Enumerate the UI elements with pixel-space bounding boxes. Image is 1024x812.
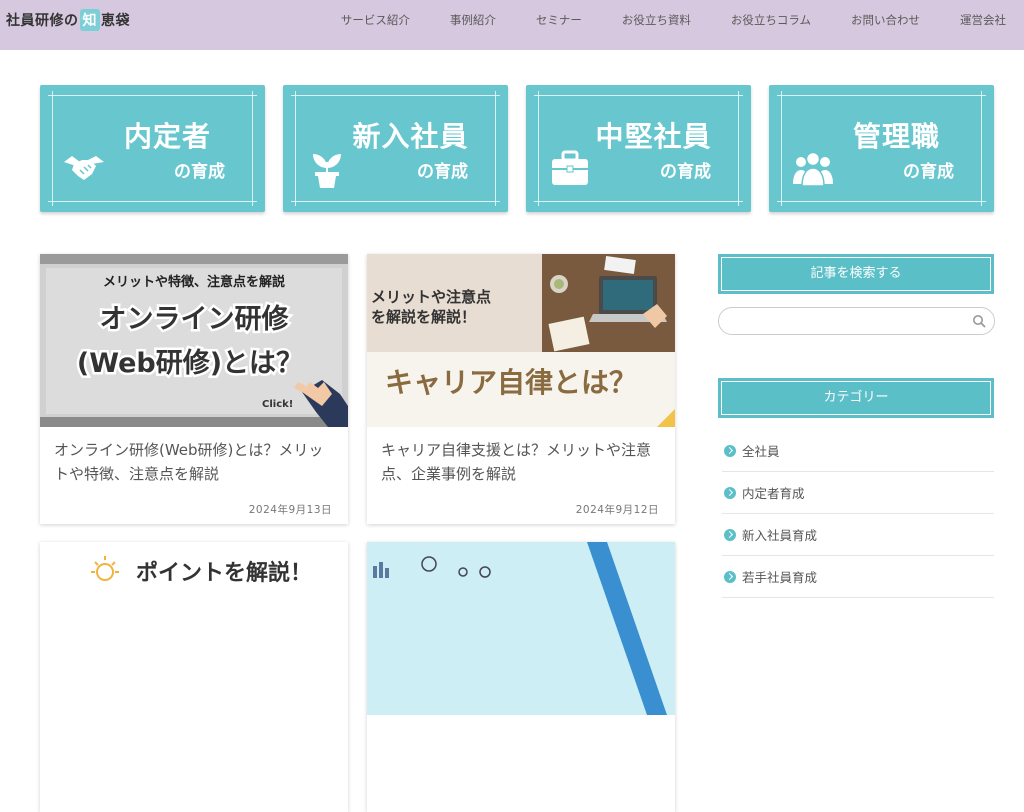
card-naiteisha[interactable]: 内定者 の育成 <box>40 85 265 212</box>
career-autonomy-thumbnail: メリットや注意点 を解説を解説！ キャリア自律とは？ <box>367 254 675 427</box>
article-thumbnail[interactable]: メリットや特徴、注意点を解説 オンライン研修 (Web研修)とは？ Click! <box>40 254 348 427</box>
card-subtitle: の育成 <box>660 162 711 182</box>
category-label: 新入社員育成 <box>742 528 818 543</box>
card-subtitle: の育成 <box>174 162 225 182</box>
chevron-right-icon <box>724 528 736 541</box>
card-subtitle: の育成 <box>417 162 468 182</box>
article-card[interactable]: メリットや特徴、注意点を解説 オンライン研修 (Web研修)とは？ Click!… <box>40 254 348 524</box>
nav-service[interactable]: サービス紹介 <box>341 12 410 28</box>
thumb-headline-2: (Web研修)とは？ <box>77 348 303 379</box>
nav-materials[interactable]: お役立ち資料 <box>622 12 691 28</box>
nav-contact[interactable]: お問い合わせ <box>851 12 920 28</box>
category-cards: 内定者 の育成 新入社員 の育成 中堅社員 の育成 管理職 の育成 <box>40 85 994 212</box>
article-date: 2024年9月12日 <box>575 504 659 516</box>
points-thumbnail: ポイントを解説！ <box>40 542 348 715</box>
card-shinnyu[interactable]: 新入社員 の育成 <box>283 85 508 212</box>
article-thumbnail[interactable] <box>367 542 675 715</box>
thumb-click-label: Click! <box>262 399 293 410</box>
category-label: 内定者育成 <box>742 486 805 501</box>
briefcase-icon <box>552 150 588 185</box>
category-item[interactable]: 全社員 <box>722 430 994 472</box>
logo-text-chi: 知 <box>79 9 100 31</box>
site-logo[interactable]: 社員研修の知恵袋 <box>6 8 130 32</box>
nav-seminar[interactable]: セミナー <box>536 12 582 28</box>
category-item[interactable]: 内定者育成 <box>722 472 994 514</box>
thumb-headline: ポイントを解説！ <box>136 560 312 586</box>
article-card[interactable]: メリットや注意点 を解説を解説！ キャリア自律とは？ キャリア自律支援とは？メリ… <box>367 254 675 524</box>
group-icon <box>793 151 833 187</box>
article-date: 2024年9月13日 <box>248 504 332 516</box>
category-item[interactable]: 若手社員育成 <box>722 556 994 598</box>
nav-column[interactable]: お役立ちコラム <box>731 12 811 28</box>
thumb-headline-1: オンライン研修 <box>100 304 290 335</box>
article-title[interactable]: キャリア自律支援とは？メリットや注意点、企業事例を解説 <box>381 438 663 486</box>
handshake-icon <box>64 156 104 180</box>
thumb-caption-top: メリットや特徴、注意点を解説 <box>103 274 285 290</box>
sprout-icon <box>313 154 341 188</box>
article-card[interactable] <box>367 542 675 812</box>
card-kanrishoku[interactable]: 管理職 の育成 <box>769 85 994 212</box>
chevron-right-icon <box>724 486 736 499</box>
category-item[interactable]: 新入社員育成 <box>722 514 994 556</box>
search-widget-heading: 記事を検索する <box>718 254 994 294</box>
search-box <box>718 307 995 335</box>
nav-cases[interactable]: 事例紹介 <box>450 12 496 28</box>
article-thumbnail[interactable]: メリットや注意点 を解説を解説！ キャリア自律とは？ <box>367 254 675 427</box>
search-input[interactable] <box>731 308 971 334</box>
global-nav: サービス紹介 事例紹介 セミナー お役立ち資料 お役立ちコラム お問い合わせ 運… <box>301 12 1006 28</box>
category-label: 全社員 <box>742 444 780 459</box>
site-header: 社員研修の知恵袋 サービス紹介 事例紹介 セミナー お役立ち資料 お役立ちコラム… <box>0 0 1024 50</box>
thumb-caption-1: メリットや注意点 <box>371 288 491 306</box>
chevron-right-icon <box>724 570 736 583</box>
category-widget-heading: カテゴリー <box>718 378 994 418</box>
thumb-caption-2: を解説を解説！ <box>371 308 476 326</box>
chevron-right-icon <box>724 444 736 457</box>
card-subtitle: の育成 <box>903 162 954 182</box>
nav-company[interactable]: 運営会社 <box>960 12 1006 28</box>
article-card[interactable]: ポイントを解説！ <box>40 542 348 812</box>
article-thumbnail[interactable]: ポイントを解説！ <box>40 542 348 715</box>
article-title[interactable]: オンライン研修(Web研修)とは？メリットや特徴、注意点を解説 <box>54 438 336 486</box>
logo-text-pre: 社員研修の <box>6 13 79 29</box>
thumb-headline: キャリア自律とは？ <box>385 366 637 399</box>
card-chuken[interactable]: 中堅社員 の育成 <box>526 85 751 212</box>
online-training-thumbnail: メリットや特徴、注意点を解説 オンライン研修 (Web研修)とは？ Click! <box>40 254 348 427</box>
logo-text-post: 恵袋 <box>101 13 130 29</box>
illustration-thumbnail <box>367 542 675 715</box>
search-icon[interactable] <box>972 314 986 328</box>
category-label: 若手社員育成 <box>742 570 818 585</box>
